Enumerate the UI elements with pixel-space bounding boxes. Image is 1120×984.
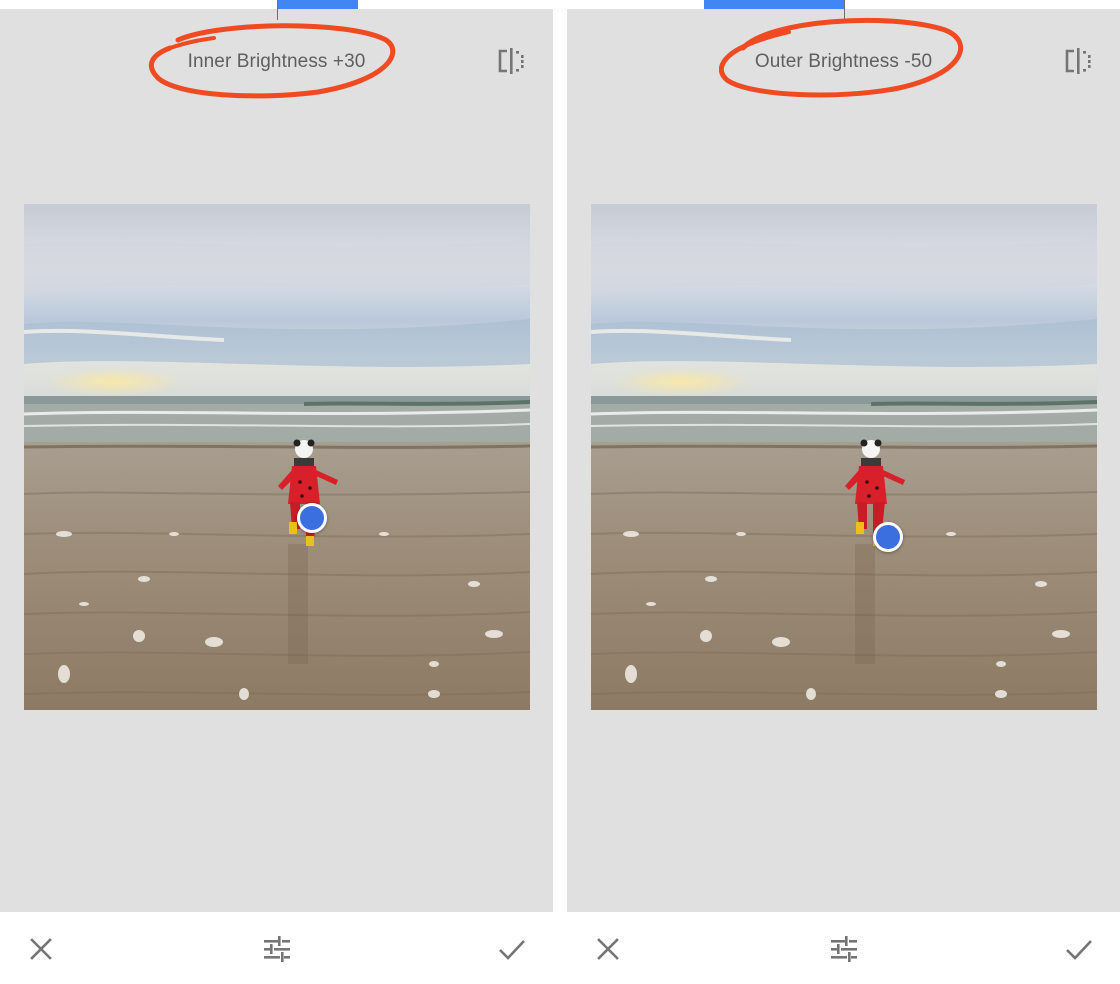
- adjustment-slider-indicator[interactable]: [704, 0, 844, 9]
- control-point-marker[interactable]: [297, 503, 327, 533]
- bottom-toolbar: [0, 912, 553, 984]
- checkmark-icon[interactable]: [1064, 934, 1094, 964]
- checkmark-icon[interactable]: [497, 934, 527, 964]
- close-icon[interactable]: [26, 934, 56, 964]
- control-point-marker[interactable]: [873, 522, 903, 552]
- close-icon[interactable]: [593, 934, 623, 964]
- tune-sliders-icon[interactable]: [829, 934, 859, 964]
- split-compare-icon[interactable]: [497, 46, 527, 76]
- left-editor-panel: Inner Brightness +30: [0, 0, 553, 984]
- right-editor-panel: Outer Brightness -50: [567, 0, 1120, 984]
- parameter-label: Outer Brightness -50: [754, 51, 933, 72]
- beach-photo[interactable]: [24, 204, 530, 710]
- bottom-toolbar: [567, 912, 1120, 984]
- beach-photo[interactable]: [591, 204, 1097, 710]
- tune-sliders-icon[interactable]: [262, 934, 292, 964]
- slider-center-marker: [844, 0, 845, 20]
- slider-center-marker: [277, 0, 278, 20]
- adjustment-slider-indicator[interactable]: [278, 0, 358, 9]
- parameter-label: Inner Brightness +30: [187, 51, 366, 72]
- split-compare-icon[interactable]: [1064, 46, 1094, 76]
